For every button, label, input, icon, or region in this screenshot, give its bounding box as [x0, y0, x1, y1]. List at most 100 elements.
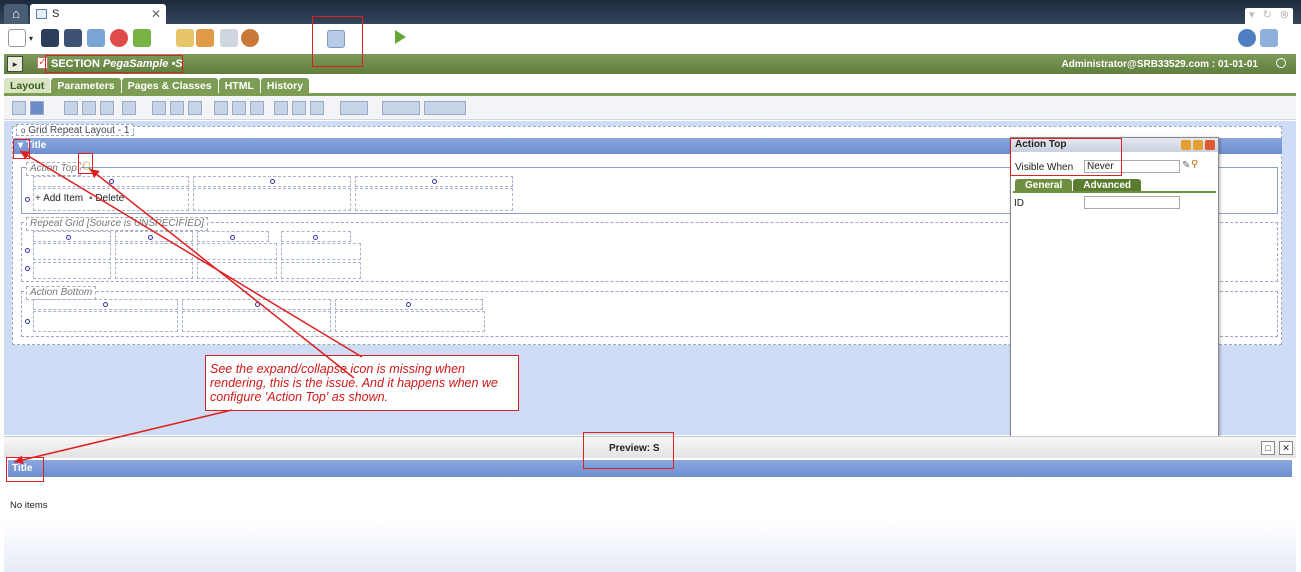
cell-handle-icon[interactable] — [270, 179, 275, 184]
cell-handle-icon[interactable] — [406, 302, 411, 307]
dialog-tab-underline — [1013, 191, 1216, 193]
copy-icon[interactable] — [82, 101, 96, 115]
insert-column-after-icon[interactable] — [232, 101, 246, 115]
action-bottom-label[interactable]: Action Bottom — [26, 286, 97, 300]
cell-handle-icon[interactable] — [103, 302, 108, 307]
top-tab-bar: ⌂ S ✕ ▾ ↻ ⊗ — [0, 0, 1301, 24]
cell-handle-icon[interactable] — [148, 235, 153, 240]
advanced-dropdown-icon[interactable] — [424, 101, 466, 115]
unmerge-icon[interactable] — [310, 101, 324, 115]
grid-cell[interactable] — [197, 243, 277, 260]
grid-cell[interactable] — [33, 243, 111, 260]
main-toolbar: ▾ — [0, 24, 1301, 54]
insert-column-before-icon[interactable] — [214, 101, 228, 115]
cell-handle-icon[interactable] — [255, 302, 260, 307]
home-icon[interactable]: ⌂ — [4, 4, 28, 24]
cell-handle-icon[interactable] — [230, 235, 235, 240]
trash-icon: ▪ — [89, 193, 93, 204]
row-handle-icon[interactable] — [25, 248, 30, 253]
document-tab[interactable]: S ✕ — [30, 4, 166, 24]
cell-handle-icon[interactable] — [313, 235, 318, 240]
minimize-icon[interactable] — [1193, 140, 1203, 150]
tab-history[interactable]: History — [260, 78, 310, 94]
magnifier-icon[interactable]: ⚲ — [1191, 159, 1198, 170]
close-preview-icon[interactable]: ✕ — [1279, 441, 1293, 455]
action-top-cell[interactable] — [193, 188, 351, 211]
close-icon[interactable] — [1205, 140, 1215, 150]
save-all-icon[interactable] — [64, 29, 82, 47]
merge-down-icon[interactable] — [292, 101, 306, 115]
cell-handle-icon[interactable] — [432, 179, 437, 184]
grid-cell[interactable] — [33, 262, 111, 279]
refresh-icon[interactable]: ↻ — [1263, 8, 1272, 24]
grid-header-cell[interactable] — [115, 231, 193, 242]
grid-layout-icon[interactable] — [12, 101, 26, 115]
layout-toolbar — [4, 96, 1296, 120]
grid-cell[interactable] — [115, 243, 193, 260]
layout-select-icon[interactable] — [30, 101, 44, 115]
close-window-icon[interactable]: ⊗ — [1280, 8, 1289, 24]
grid-cell[interactable] — [197, 262, 277, 279]
repeat-grid-label[interactable]: Repeat Grid [Source is UNSPECIFIED] — [26, 217, 208, 231]
save-icon[interactable] — [41, 29, 59, 47]
checkout-icon[interactable] — [133, 29, 151, 47]
delete-column-icon[interactable] — [250, 101, 264, 115]
add-item-button[interactable]: + Add Item — [35, 193, 83, 204]
grid-repeat-layout-label[interactable]: o Grid Repeat Layout - 1 — [16, 124, 135, 136]
window-icon[interactable] — [1260, 29, 1278, 47]
cell-handle-icon[interactable] — [66, 235, 71, 240]
pin-icon[interactable] — [1181, 140, 1191, 150]
action-top-cell[interactable] — [355, 188, 513, 211]
grid-cell[interactable] — [281, 243, 361, 260]
favorite-icon[interactable] — [110, 29, 128, 47]
handle-icon: o — [21, 126, 26, 135]
cell-handle-icon[interactable] — [109, 179, 114, 184]
cut-icon[interactable] — [64, 101, 78, 115]
new-icon[interactable] — [8, 29, 26, 47]
plus-icon: + — [35, 193, 41, 204]
run-icon[interactable] — [395, 30, 406, 44]
id-field[interactable] — [1084, 196, 1180, 209]
delete-button[interactable]: ▪ Delete — [89, 193, 124, 204]
document-tab-label: S — [52, 8, 60, 20]
delete-icon[interactable] — [122, 101, 136, 115]
rule-page-icon[interactable] — [176, 29, 194, 47]
chevron-down-icon[interactable]: ▾ — [1249, 8, 1255, 24]
close-tab-icon[interactable]: ✕ — [151, 7, 161, 21]
grid-cell[interactable] — [281, 262, 361, 279]
merge-right-icon[interactable] — [274, 101, 288, 115]
action-bottom-cell[interactable] — [33, 311, 178, 332]
annotation-box-section-title — [45, 55, 183, 73]
action-top-label[interactable]: Action Top — [26, 162, 81, 176]
status-indicator-icon — [1276, 58, 1286, 68]
layout-dropdown-icon[interactable] — [340, 101, 368, 115]
checkin-icon[interactable] — [87, 29, 105, 47]
java-icon[interactable] — [241, 29, 259, 47]
help-icon[interactable] — [1238, 29, 1256, 47]
grid-cell[interactable] — [115, 262, 193, 279]
flow-icon[interactable] — [196, 29, 214, 47]
tab-layout[interactable]: Layout — [4, 78, 51, 94]
insert-row-above-icon[interactable] — [152, 101, 166, 115]
maximize-icon[interactable]: □ — [1261, 441, 1275, 455]
tab-html[interactable]: HTML — [218, 78, 260, 94]
annotation-box-preview-button — [312, 16, 363, 67]
action-bottom-cell[interactable] — [335, 311, 485, 332]
rule-tabs: Layout Parameters Pages & Classes HTML H… — [4, 78, 310, 94]
paste-icon[interactable] — [100, 101, 114, 115]
delete-row-icon[interactable] — [188, 101, 202, 115]
edit-icon[interactable]: ✎ — [1182, 160, 1190, 171]
row-handle-icon[interactable] — [25, 319, 30, 324]
grid-header-cell[interactable] — [33, 231, 111, 242]
config-icon[interactable] — [220, 29, 238, 47]
tab-parameters[interactable]: Parameters — [51, 78, 121, 94]
insert-row-below-icon[interactable] — [170, 101, 184, 115]
no-items-text: No items — [10, 500, 48, 511]
row-handle-icon[interactable] — [25, 197, 30, 202]
row-handle-icon[interactable] — [25, 266, 30, 271]
control-dropdown-icon[interactable] — [382, 101, 420, 115]
expand-panel-icon[interactable]: ▸ — [7, 56, 23, 72]
new-dropdown-icon[interactable]: ▾ — [29, 34, 33, 43]
action-bottom-cell[interactable] — [182, 311, 331, 332]
tab-pages-classes[interactable]: Pages & Classes — [121, 78, 218, 94]
